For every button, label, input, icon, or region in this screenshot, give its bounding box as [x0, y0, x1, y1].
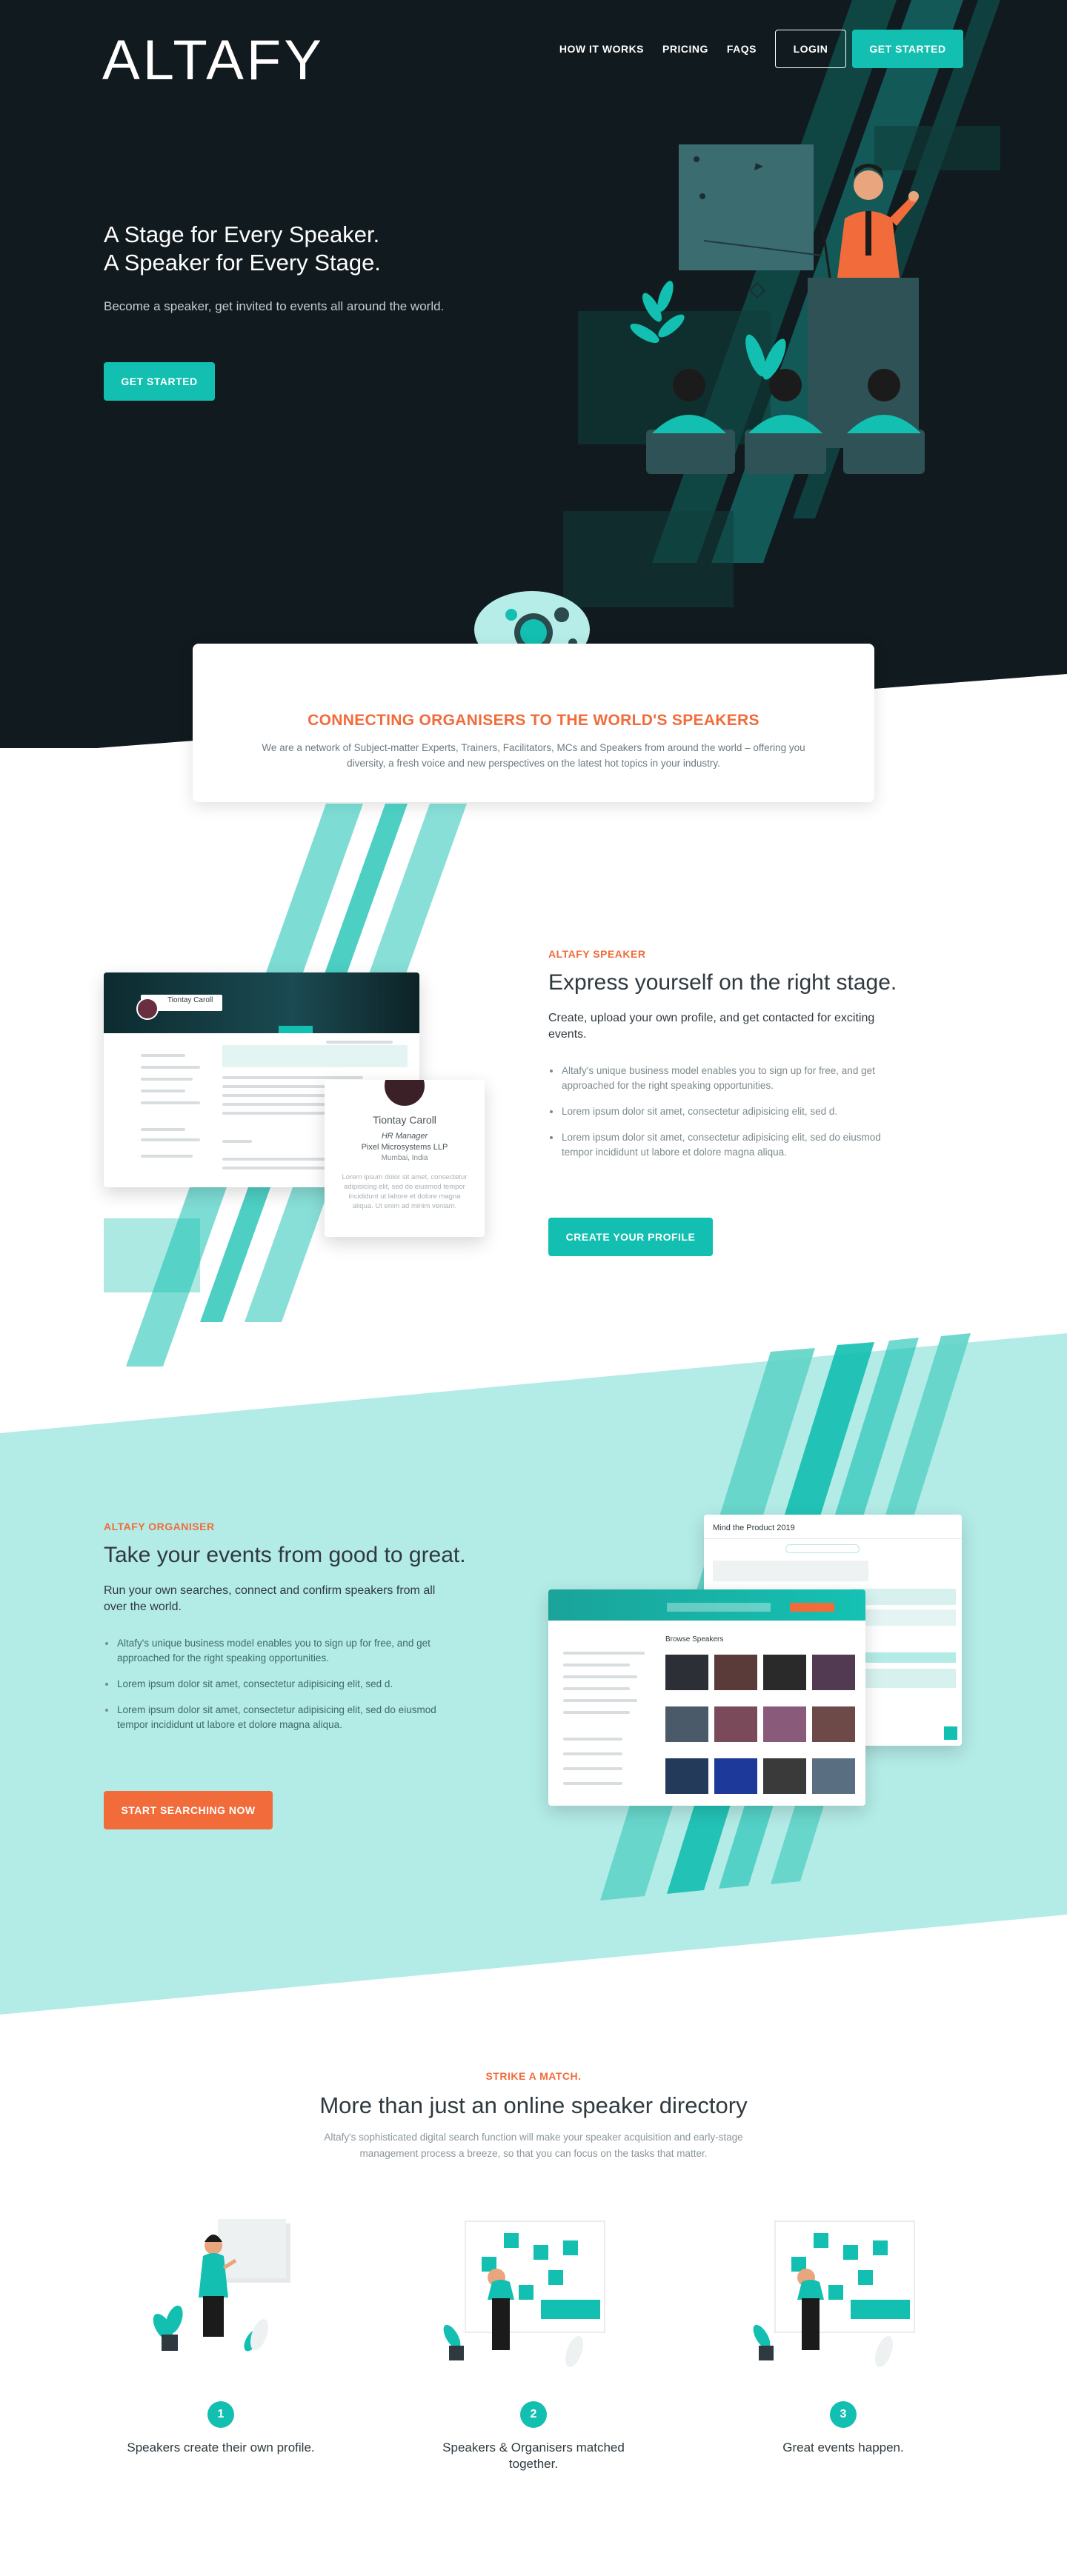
login-button[interactable]: LOGIN [775, 30, 846, 68]
speaker-kicker: ALTAFY SPEAKER [548, 948, 646, 960]
speaker-section-text: ALTAFY SPEAKER Express yourself on the r… [548, 948, 934, 1171]
organiser-heading: Take your events from good to great. [104, 1543, 466, 1567]
step-label-3: Great events happen. [782, 2440, 904, 2455]
speaker-lead: Create, upload your own profile, and get… [548, 1012, 875, 1041]
step-2: 2 Speakers & Organisers matched together… [422, 2215, 645, 2472]
organiser-section-text: ALTAFY ORGANISER Take your events from g… [104, 1521, 489, 1744]
browse-speakers-mock: Browse Speakers [548, 1589, 865, 1806]
list-item: Lorem ipsum dolor sit amet, consectetur … [548, 1104, 911, 1119]
profile-card-blurb: Lorem ipsum dolor sit amet, consectetur … [342, 1173, 468, 1210]
match-heading: More than just an online speaker directo… [319, 2092, 748, 2118]
list-item: Lorem ipsum dolor sit amet, consectetur … [104, 1677, 467, 1692]
intro-text: We are a network of Subject-matter Exper… [262, 742, 805, 769]
create-profile-button[interactable]: CREATE YOUR PROFILE [548, 1218, 713, 1256]
profile-card-role: HR Manager [381, 1132, 428, 1141]
speaker-bullets: Altafy's unique business model enables y… [548, 1064, 911, 1160]
profile-card-company: Pixel Microsystems LLP [361, 1143, 448, 1152]
hero-title-line-2: A Speaker for Every Stage. [104, 250, 381, 276]
match-text: Altafy's sophisticated digital search fu… [324, 2132, 743, 2159]
hero-subtitle: Become a speaker, get invited to events … [104, 299, 445, 313]
step-number-3: 3 [830, 2401, 857, 2428]
intro-title: CONNECTING ORGANISERS TO THE WORLD'S SPE… [308, 712, 759, 729]
organiser-lead: Run your own searches, connect and confi… [104, 1584, 436, 1613]
profile-card-name: Tiontay Caroll [373, 1114, 436, 1126]
top-nav: HOW IT WORKS PRICING FAQS LOGIN GET STAR… [559, 30, 963, 68]
step-label-1: Speakers create their own profile. [127, 2440, 315, 2455]
organiser-kicker: ALTAFY ORGANISER [104, 1521, 215, 1532]
browse-title: Browse Speakers [665, 1635, 724, 1644]
list-item: Altafy's unique business model enables y… [548, 1064, 911, 1093]
speaker-heading: Express yourself on the right stage. [548, 970, 897, 995]
hero-get-started-button[interactable]: GET STARTED [104, 362, 215, 401]
chat-title: Mind the Product 2019 [713, 1524, 795, 1532]
profile-card-location: Mumbai, India [381, 1154, 428, 1162]
step-number-1: 1 [207, 2401, 234, 2428]
list-item: Lorem ipsum dolor sit amet, consectetur … [548, 1130, 911, 1160]
hero-title: A Stage for Every Speaker. A Speaker for… [104, 221, 489, 277]
nav-get-started-button[interactable]: GET STARTED [852, 30, 963, 68]
logo[interactable]: ALTAFY [102, 30, 325, 92]
match-kicker: STRIKE A MATCH. [485, 2070, 582, 2082]
organiser-bullets: Altafy's unique business model enables y… [104, 1636, 467, 1732]
logo-text: ALTAFY [102, 29, 325, 92]
nav-how-it-works[interactable]: HOW IT WORKS [559, 43, 644, 55]
mock-profile-name: Tiontay Caroll [167, 996, 213, 1004]
start-searching-button[interactable]: START SEARCHING NOW [104, 1791, 273, 1829]
step-number-2: 2 [520, 2401, 547, 2428]
step-1: 1 Speakers create their own profile. [110, 2215, 332, 2456]
step-3: 3 Great events happen. [732, 2215, 954, 2456]
intro-card: CONNECTING ORGANISERS TO THE WORLD'S SPE… [193, 644, 874, 802]
step-label-2: Speakers & Organisers matched together. [442, 2440, 625, 2471]
list-item: Lorem ipsum dolor sit amet, consectetur … [104, 1703, 467, 1732]
hero-title-line-1: A Stage for Every Speaker. [104, 221, 380, 247]
nav-pricing[interactable]: PRICING [662, 43, 708, 55]
speaker-illustration [630, 144, 925, 474]
nav-faqs[interactable]: FAQS [727, 43, 757, 55]
speaker-profile-card: Tiontay Caroll HR Manager Pixel Microsys… [325, 1080, 485, 1237]
list-item: Altafy's unique business model enables y… [104, 1636, 467, 1666]
match-section: STRIKE A MATCH. More than just an online… [0, 2070, 1067, 2162]
